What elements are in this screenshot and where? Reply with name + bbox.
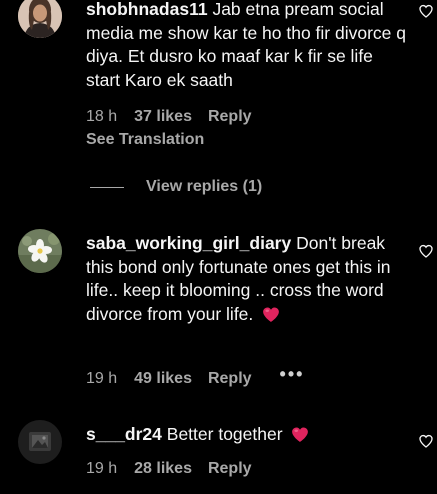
comment-likes[interactable]: 49 likes [134, 370, 192, 388]
avatar[interactable] [18, 420, 62, 464]
comment-body: s___dr24 Better together [86, 423, 406, 447]
red-heart-icon [263, 307, 280, 322]
comment-likes[interactable]: 37 likes [134, 108, 192, 126]
comment-time: 19 h [86, 460, 118, 477]
comment-body: shobhnadas11 Jab etna pream social media… [86, 0, 406, 92]
view-replies-button[interactable]: View replies (1) [90, 178, 262, 196]
comment-meta: 18 h 37 likes Reply [86, 108, 252, 126]
reply-button[interactable]: Reply [208, 370, 252, 388]
comment-time: 19 h [86, 369, 118, 387]
heart-outline-icon[interactable] [418, 243, 434, 259]
heart-outline-icon[interactable] [418, 433, 434, 449]
comment-likes[interactable]: 28 likes [134, 460, 192, 478]
comment-username[interactable]: s___dr24 [86, 424, 162, 444]
comment-body: saba_working_girl_diary Don't break this… [86, 232, 406, 326]
see-translation-link[interactable]: See Translation [86, 131, 204, 149]
comment-meta: 19 h 28 likes Reply [86, 460, 252, 478]
heart-outline-icon[interactable] [418, 3, 434, 19]
comment-username[interactable]: saba_working_girl_diary [86, 233, 291, 253]
avatar[interactable] [18, 0, 62, 38]
comment-saba-working-girl-diary: saba_working_girl_diary Don't break this… [0, 210, 437, 405]
comment-s-dr24: s___dr24 Better together 19 h 28 likes R… [0, 405, 437, 494]
comment-text: Better together [166, 424, 283, 444]
dark-grey-avatar-icon [18, 420, 62, 464]
view-replies-label: View replies (1) [146, 178, 263, 195]
woman-portrait-avatar-icon [18, 0, 62, 38]
comment-shobhnadas11: shobhnadas11 Jab etna pream social media… [0, 0, 437, 210]
reply-button[interactable]: Reply [208, 460, 252, 478]
avatar[interactable] [18, 229, 62, 273]
white-flower-avatar-icon [18, 229, 62, 273]
comment-username[interactable]: shobhnadas11 [86, 0, 208, 19]
red-heart-icon [292, 427, 309, 442]
reply-button[interactable]: Reply [208, 108, 252, 126]
replies-divider-line [90, 186, 124, 188]
more-options-icon[interactable]: ••• [280, 364, 305, 385]
comment-meta: 19 h 49 likes Reply ••• [86, 364, 304, 389]
comment-time: 18 h [86, 108, 118, 125]
